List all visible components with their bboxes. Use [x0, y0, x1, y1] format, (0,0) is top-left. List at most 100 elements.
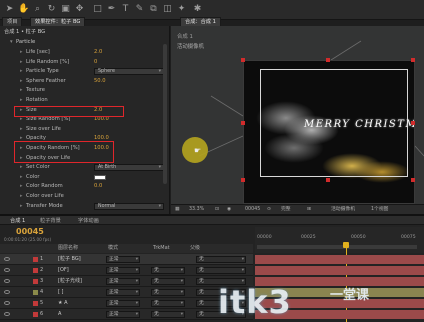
param-row[interactable]: ▸ Rotation [0, 96, 169, 105]
param-value[interactable]: 2.0 [94, 48, 102, 57]
transform-handle[interactable] [411, 178, 415, 182]
trkmat-select[interactable]: 无 [151, 278, 185, 285]
trkmat-select[interactable]: 无 [151, 311, 185, 318]
chevron-right-icon[interactable]: ▸ [20, 77, 23, 86]
camera-tool-icon[interactable]: ▣ [60, 4, 71, 15]
param-row[interactable]: ▸ Size over Life [0, 125, 169, 134]
layer-row[interactable]: 4[ ]正常无无 [0, 287, 253, 298]
grid-icon[interactable]: ▦ [175, 205, 180, 214]
col-layer-name[interactable]: 图层名称 [58, 244, 78, 253]
parent-select[interactable]: 无 [196, 256, 246, 263]
mode-select[interactable]: 正常 [106, 311, 140, 318]
layer-name[interactable]: [粒子光线] [58, 276, 82, 287]
transform-handle[interactable] [241, 58, 245, 62]
transform-handle[interactable] [411, 121, 415, 125]
layer-name[interactable]: ★ A [58, 298, 68, 309]
trkmat-select[interactable]: 无 [151, 289, 185, 296]
layer-duration-bar[interactable] [255, 266, 424, 275]
layer-name[interactable]: [ ] [58, 287, 64, 298]
fit-icon[interactable]: ⊡ [215, 205, 219, 214]
roto-tool-icon[interactable]: ✦ [176, 4, 187, 15]
label-color-swatch[interactable] [33, 279, 38, 284]
roi-icon[interactable]: ⊞ [307, 205, 311, 214]
zoom-level[interactable]: 33.3% [189, 205, 204, 214]
visibility-eye-icon[interactable] [4, 312, 10, 316]
rectangle-tool-icon[interactable]: □ [92, 4, 103, 15]
layer-row[interactable]: 1 [粒子 BG] 正常 无 [0, 254, 253, 265]
chevron-right-icon[interactable]: ▸ [20, 163, 23, 172]
scrollbar[interactable] [163, 44, 167, 184]
layer-row[interactable]: 5★ A正常无无 [0, 298, 253, 309]
parent-select[interactable]: 无 [196, 267, 246, 274]
param-row[interactable]: ▸ Life [sec] 2.0 [0, 48, 169, 57]
visibility-eye-icon[interactable] [4, 301, 10, 305]
chevron-down-icon[interactable]: ▾ [10, 38, 13, 47]
param-row[interactable]: ▸ Color [0, 173, 169, 182]
layer-name[interactable]: [粒子 BG] [58, 254, 81, 265]
mode-select[interactable]: 正常 [106, 278, 140, 285]
chevron-right-icon[interactable]: ▸ [20, 96, 23, 105]
param-value[interactable]: 0.0 [94, 182, 102, 191]
param-row[interactable]: ▸ Set Color At Birth [0, 163, 169, 172]
hand-tool-icon[interactable]: ✋ [18, 4, 29, 15]
transform-handle[interactable] [326, 178, 330, 182]
mode-select[interactable]: 正常 [106, 256, 140, 263]
camera-select[interactable]: 活动摄像机 [331, 205, 355, 214]
layer-name[interactable]: A [58, 309, 61, 320]
brush-tool-icon[interactable]: ✎ [134, 4, 145, 15]
label-color-swatch[interactable] [33, 257, 38, 262]
chevron-right-icon[interactable]: ▸ [20, 48, 23, 57]
current-time[interactable]: 00045 [16, 227, 44, 236]
param-row[interactable]: ▸ Texture [0, 86, 169, 95]
trkmat-select[interactable]: 无 [151, 267, 185, 274]
clone-tool-icon[interactable]: ⧉ [148, 4, 159, 15]
param-row[interactable]: ▸ Particle Type Sphere [0, 67, 169, 76]
label-color-swatch[interactable] [33, 290, 38, 295]
comp-canvas[interactable]: MERRY CHRISTMAS [243, 60, 415, 204]
puppet-tool-icon[interactable]: ✱ [192, 4, 203, 15]
visibility-eye-icon[interactable] [4, 279, 10, 283]
resolution-select[interactable]: 完整 [281, 205, 291, 214]
chevron-right-icon[interactable]: ▸ [20, 58, 23, 67]
chevron-right-icon[interactable]: ▸ [20, 202, 23, 211]
mode-select[interactable]: 正常 [106, 289, 140, 296]
zoom-tool-icon[interactable]: ⌕ [32, 4, 43, 15]
views-select[interactable]: 1个视图 [371, 205, 388, 214]
snapshot-icon[interactable]: ◉ [227, 205, 231, 214]
viewer-timecode[interactable]: 00045 [245, 205, 260, 214]
mode-select[interactable]: 正常 [106, 267, 140, 274]
layer-row[interactable]: 6A正常无无 [0, 309, 253, 320]
composition-viewer[interactable]: 合成 1 活动摄像机 MERRY CHRISTMAS ☛ ▦ 33.3% ⊡ ◉… [171, 26, 424, 214]
particle-section[interactable]: ▾ Particle [0, 38, 169, 47]
chevron-right-icon[interactable]: ▸ [20, 192, 23, 201]
visibility-eye-icon[interactable] [4, 290, 10, 294]
col-parent[interactable]: 父级 [190, 244, 200, 253]
label-color-swatch[interactable] [33, 301, 38, 306]
mode-select[interactable]: 正常 [106, 300, 140, 307]
transform-handle[interactable] [241, 121, 245, 125]
text-tool-icon[interactable]: T [120, 4, 131, 15]
chevron-right-icon[interactable]: ▸ [20, 125, 23, 134]
tab-effect-controls[interactable]: 效果控件：粒子 BG [30, 17, 86, 26]
layer-row[interactable]: 3[粒子光线]正常无无 [0, 276, 253, 287]
camera-snap-icon[interactable]: ⊙ [267, 205, 271, 214]
label-color-swatch[interactable] [33, 312, 38, 317]
chevron-right-icon[interactable]: ▸ [20, 67, 23, 76]
param-dropdown[interactable]: At Birth [94, 164, 164, 172]
chevron-right-icon[interactable]: ▸ [20, 182, 23, 191]
pen-tool-icon[interactable]: ✒ [106, 4, 117, 15]
eraser-tool-icon[interactable]: ◫ [162, 4, 173, 15]
color-swatch[interactable] [94, 174, 106, 180]
trkmat-select[interactable]: 无 [151, 300, 185, 307]
pan-tool-icon[interactable]: ✥ [74, 4, 85, 15]
col-trkmat[interactable]: TrkMat [153, 244, 170, 253]
param-value[interactable]: 50.0 [94, 77, 106, 86]
param-row[interactable]: ▸ Transfer Mode Normal [0, 202, 169, 211]
param-dropdown[interactable]: Sphere [94, 68, 164, 76]
timeline-tab-comp[interactable]: 合成 1 [10, 217, 25, 224]
rotate-tool-icon[interactable]: ↻ [46, 4, 57, 15]
tab-project[interactable]: 项目 [2, 17, 23, 26]
param-row[interactable]: ▸ Color over Life [0, 192, 169, 201]
layer-duration-bar[interactable] [255, 255, 424, 264]
chevron-right-icon[interactable]: ▸ [20, 173, 23, 182]
